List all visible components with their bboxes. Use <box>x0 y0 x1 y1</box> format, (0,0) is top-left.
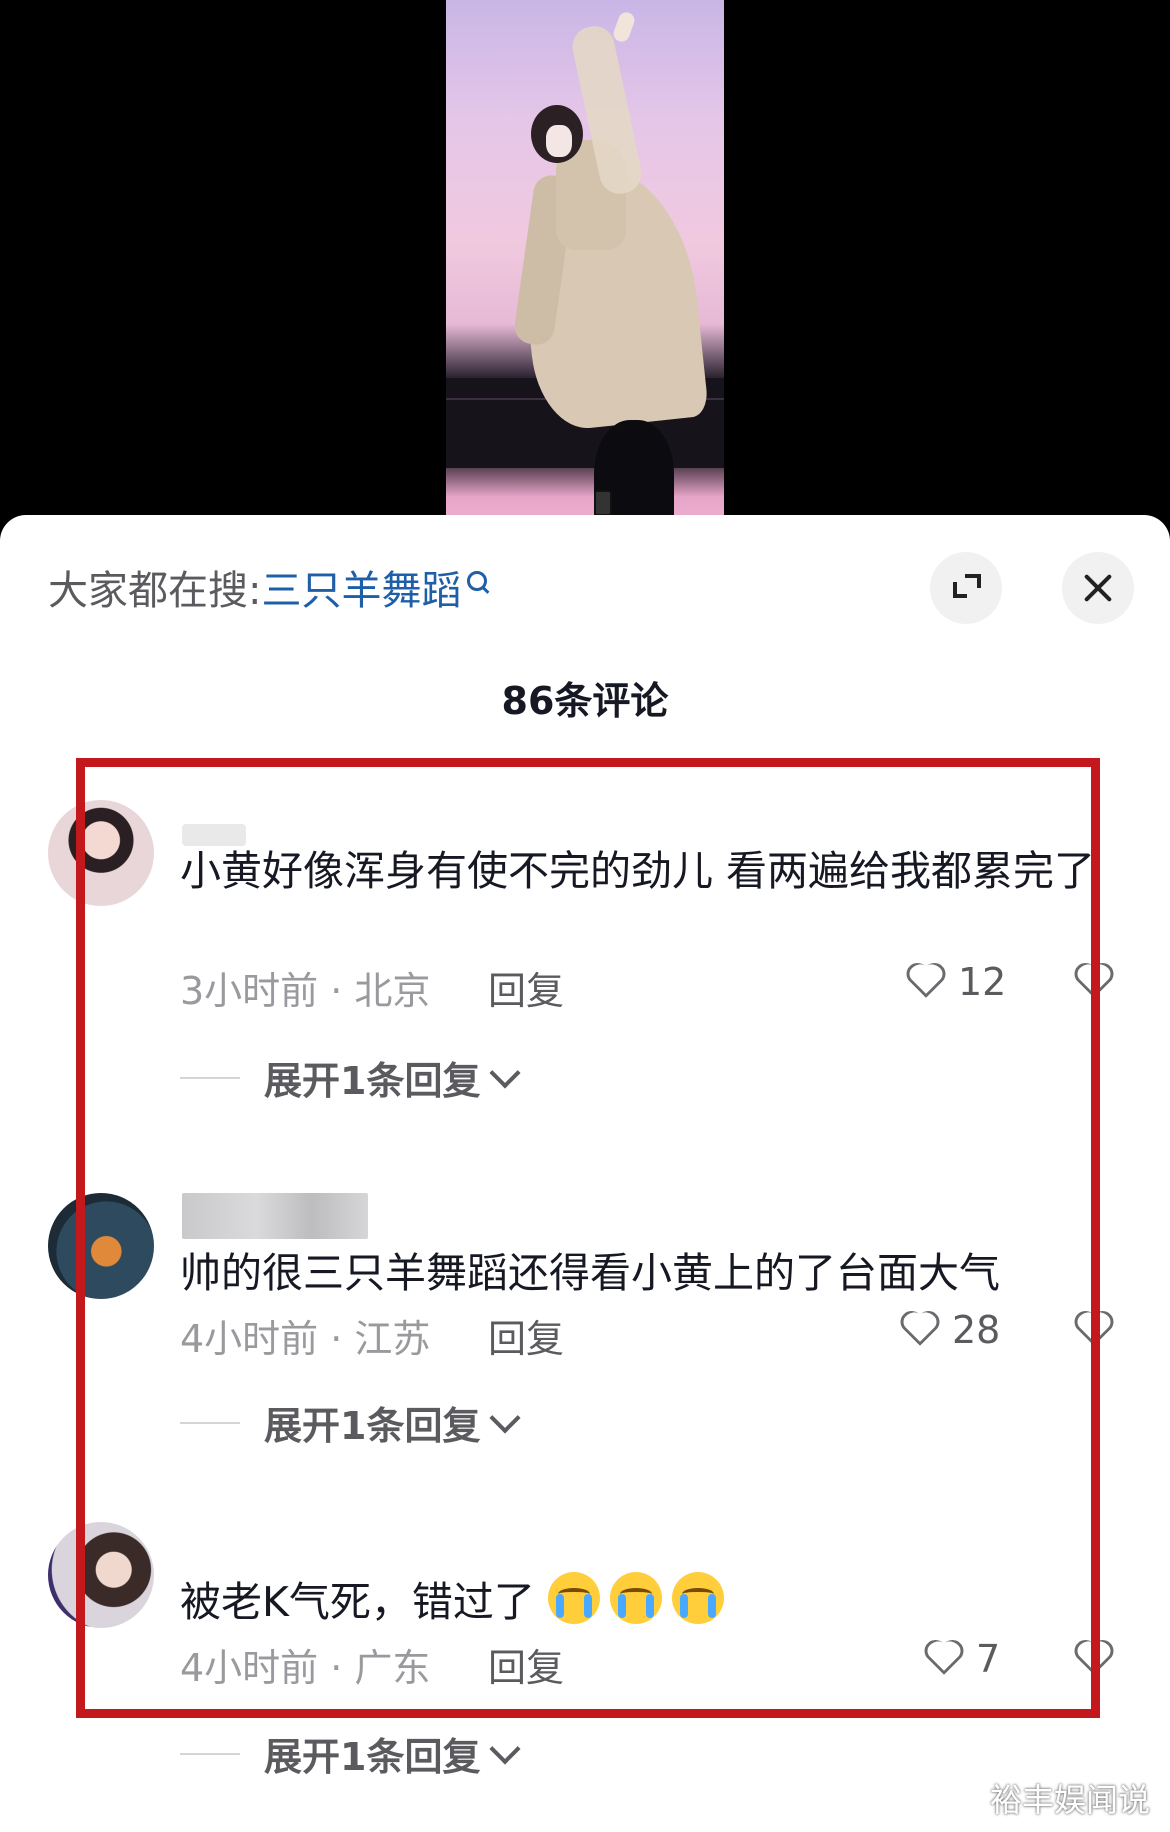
search-prefix: 大家都在搜: <box>48 568 262 614</box>
comment-count-title: 86条评论 <box>501 679 669 723</box>
search-icon <box>465 565 495 609</box>
video-player[interactable] <box>0 0 1170 540</box>
close-button[interactable] <box>1062 552 1134 624</box>
dancer-hand <box>611 10 637 44</box>
watermark: 裕丰娱闻说 <box>990 1781 1151 1819</box>
expand-replies-label: 展开1条回复 <box>264 1735 481 1779</box>
search-suggestion[interactable]: 大家都在搜: 三只羊舞蹈 <box>48 557 495 617</box>
search-keyword-link[interactable]: 三只羊舞蹈 <box>261 558 461 616</box>
highlight-annotation-box <box>76 758 1100 1718</box>
dancer-face <box>546 125 572 157</box>
expand-button[interactable] <box>930 552 1002 624</box>
audience-phone <box>594 490 612 516</box>
video-frame <box>446 0 724 540</box>
chevron-down-icon <box>489 1732 522 1765</box>
expand-replies[interactable]: 展开1条回复 <box>180 1726 522 1781</box>
